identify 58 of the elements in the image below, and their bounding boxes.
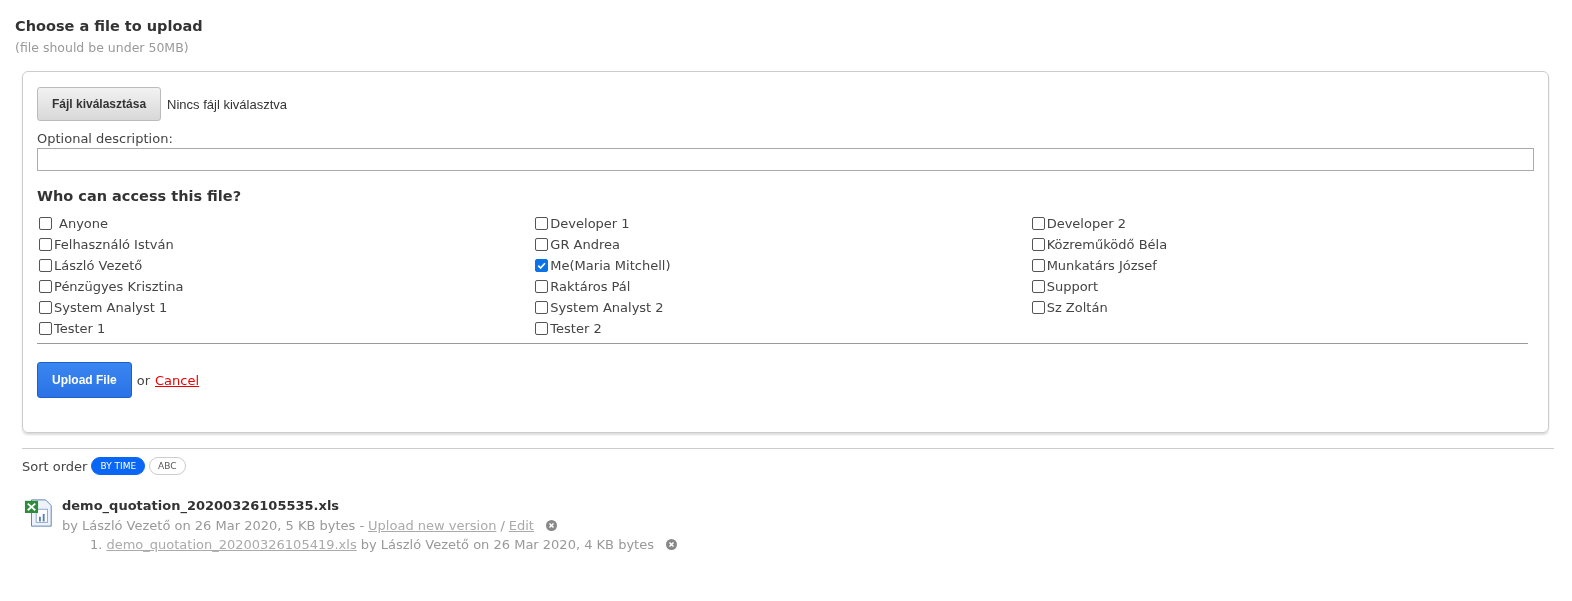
checkbox-label: Developer 1 [550,215,630,231]
page-heading: Choose a file to upload [15,18,204,34]
checkbox-label: Munkatárs József [1046,257,1157,273]
checkbox-label: Developer 2 [1046,215,1126,231]
checkbox[interactable] [535,258,549,272]
remove-icon[interactable] [546,520,557,531]
checkbox-label: Anyone [59,215,109,231]
checkbox-label: Felhasználó István [54,236,174,252]
spreadsheet-icon [24,498,54,528]
description-label: Optional description: [37,131,174,146]
checkbox-label: Raktáros Pál [550,278,631,294]
checkbox[interactable] [535,321,549,335]
checkbox[interactable] [39,321,52,335]
file-status: Nincs fájl kiválasztva [167,96,287,112]
version-meta: by László Vezető on 26 Mar 2020, 4 KB bytes [360,537,654,552]
remove-icon[interactable] [666,539,677,550]
checkbox-label: Tester 1 [54,320,106,336]
checkbox-label: Me(Maria Mitchell) [550,257,671,273]
checkbox[interactable] [1031,237,1045,251]
edit-link[interactable]: Edit [508,518,534,533]
upload-button[interactable]: Upload File [37,362,132,398]
checkbox[interactable] [39,300,52,314]
checkbox[interactable] [1031,258,1045,272]
checkbox[interactable] [39,216,52,230]
checkbox-label: Pénzügyes Krisztina [54,278,184,294]
checkbox-label: Tester 2 [550,320,602,336]
size-hint: (file should be under 50MB) [15,40,190,55]
checkbox-label: GR Andrea [550,236,620,252]
checkbox[interactable] [535,237,549,251]
version-link[interactable]: demo_quotation_20200326105419.xls [106,537,357,552]
checkbox[interactable] [39,237,52,251]
checkbox[interactable] [535,300,549,314]
checkbox-label: Közreműködő Béla [1046,236,1168,252]
choose-file-button[interactable]: Fájl kiválasztása [37,87,162,121]
checkbox[interactable] [1031,216,1045,230]
checkbox-label: László Vezető [54,257,143,273]
slash-text: / [500,518,505,533]
version-number: 1. [90,537,103,552]
sort-option[interactable]: BY TIME [91,457,146,475]
upload-version-link[interactable]: Upload new version [368,518,497,533]
checkbox-label: System Analyst 1 [54,299,168,315]
checkbox[interactable] [535,279,549,293]
or-text: or [136,372,150,388]
checkbox[interactable] [1031,300,1045,314]
checkbox[interactable] [39,279,52,293]
cancel-link[interactable]: Cancel [155,372,200,388]
checkbox-label: Sz Zoltán [1046,299,1108,315]
checkbox[interactable] [39,258,52,272]
description-field[interactable] [37,148,1534,171]
sort-label: Sort order [22,458,88,474]
sort-option[interactable]: ABC [149,457,186,475]
access-heading: Who can access this file? [37,188,243,204]
file-meta: by László Vezető on 26 Mar 2020, 5 KB bytes - [62,518,365,533]
checkbox-label: Support [1046,278,1099,294]
checkbox-label: System Analyst 2 [550,299,664,315]
checkbox[interactable] [1031,279,1045,293]
checkbox[interactable] [535,216,549,230]
file-name: demo_quotation_20200326105535.xls [62,498,341,513]
